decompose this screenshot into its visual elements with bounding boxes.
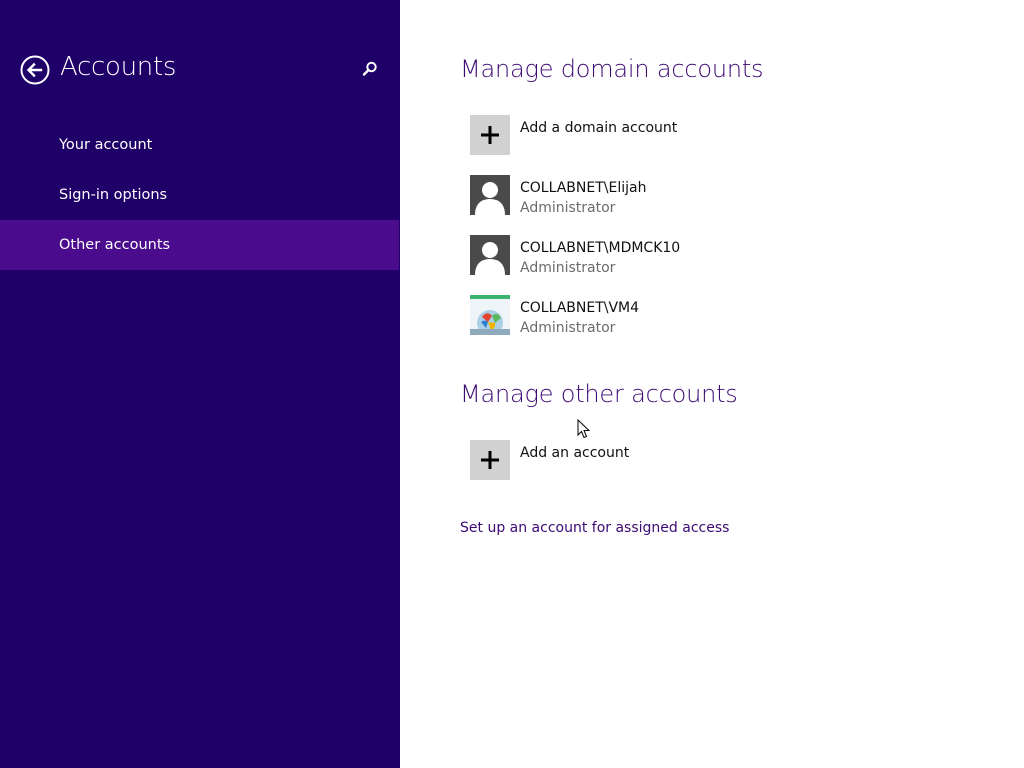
sidebar-item-label: Sign-in options (59, 187, 168, 203)
mouse-cursor-icon (577, 419, 591, 439)
search-icon (362, 61, 377, 76)
default-user-icon (470, 235, 510, 275)
account-item[interactable]: COLLABNET\VM4 Administrator (470, 295, 950, 337)
plus-icon (481, 126, 499, 144)
settings-window: Accounts Your account Sign-in options Ot… (0, 0, 1024, 768)
account-text: COLLABNET\VM4 Administrator (520, 298, 639, 338)
avatar (470, 235, 510, 275)
assigned-access-link[interactable]: Set up an account for assigned access (460, 520, 729, 536)
add-domain-account-label: Add a domain account (520, 120, 678, 136)
account-name: COLLABNET\Elijah (520, 180, 647, 196)
sidebar-nav: Your account Sign-in options Other accou… (0, 120, 400, 270)
add-tile (470, 115, 510, 155)
picture-avatar (470, 295, 510, 335)
account-item[interactable]: COLLABNET\Elijah Administrator (470, 175, 950, 217)
sidebar-item-other-accounts[interactable]: Other accounts (0, 220, 399, 270)
sidebar: Accounts Your account Sign-in options Ot… (0, 0, 400, 768)
account-role: Administrator (520, 260, 616, 276)
sidebar-header: Accounts (0, 0, 400, 140)
account-role: Administrator (520, 320, 616, 336)
account-name: COLLABNET\VM4 (520, 300, 640, 316)
other-accounts-heading: Manage other accounts (460, 380, 738, 408)
default-user-icon (470, 175, 510, 215)
search-button[interactable] (361, 60, 379, 78)
plus-icon (481, 451, 499, 469)
account-item[interactable]: COLLABNET\MDMCK10 Administrator (470, 235, 950, 277)
sidebar-item-label: Your account (59, 137, 153, 153)
account-text: COLLABNET\Elijah Administrator (520, 178, 646, 218)
back-button[interactable] (20, 55, 50, 85)
domain-accounts-heading: Manage domain accounts (460, 55, 764, 83)
account-role: Administrator (520, 200, 616, 216)
avatar (470, 295, 510, 335)
sidebar-item-sign-in-options[interactable]: Sign-in options (0, 170, 399, 220)
add-domain-account-text: Add a domain account (520, 118, 677, 138)
account-name: COLLABNET\MDMCK10 (520, 240, 681, 256)
page-title: Accounts (60, 52, 177, 82)
back-arrow-circle-icon (20, 55, 50, 85)
add-account-text: Add an account (520, 443, 629, 463)
sidebar-item-your-account[interactable]: Your account (0, 120, 399, 170)
main-content: Manage domain accounts Add a domain acco… (400, 0, 1024, 768)
sidebar-item-label: Other accounts (59, 237, 171, 253)
add-domain-account-button[interactable]: Add a domain account (470, 115, 950, 157)
add-account-label: Add an account (520, 445, 630, 461)
add-account-button[interactable]: Add an account (470, 440, 950, 482)
avatar (470, 175, 510, 215)
add-tile (470, 440, 510, 480)
account-text: COLLABNET\MDMCK10 Administrator (520, 238, 680, 278)
